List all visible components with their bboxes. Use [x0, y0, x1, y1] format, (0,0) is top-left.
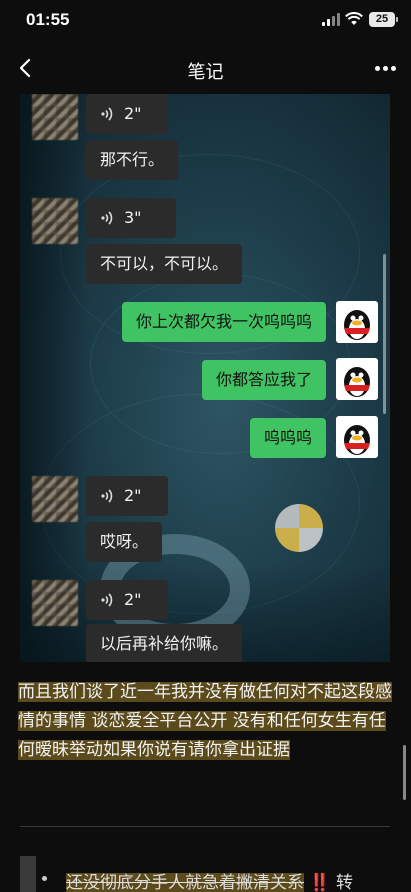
- status-time: 01:55: [26, 10, 70, 29]
- contact-avatar: [32, 476, 78, 522]
- voice-duration: 2": [124, 590, 142, 609]
- voice-message[interactable]: 2": [86, 94, 168, 134]
- bullet-icon: [42, 876, 47, 881]
- beach-ball-image: [275, 504, 323, 552]
- trailing-text: 转: [335, 873, 353, 892]
- voice-message[interactable]: 3": [86, 198, 176, 238]
- status-bar: 01:55 25: [0, 0, 411, 40]
- message-bubble: 那不行。: [86, 140, 179, 180]
- double-exclamation-icon: ‼️: [309, 873, 331, 892]
- nav-bar: 笔记: [0, 44, 411, 94]
- message-bubble-sent: 你都答应我了: [201, 360, 326, 400]
- battery-icon: 25: [369, 12, 398, 27]
- list-item: 还没彻底分手人就急着撇清关系 ‼️ 转: [0, 856, 411, 892]
- inner-scrollbar: [383, 254, 386, 414]
- voice-message[interactable]: 2": [86, 476, 168, 516]
- more-options-icon[interactable]: [375, 66, 397, 72]
- note-paragraph[interactable]: 而且我们谈了近一年我并没有做任何对不起这段感情的事情 谈恋爱全平台公开 没有和任…: [18, 678, 393, 765]
- wifi-icon: [345, 12, 363, 25]
- page-scrollbar[interactable]: [403, 745, 406, 800]
- voice-duration: 2": [124, 104, 142, 123]
- qq-penguin-avatar: [336, 416, 378, 458]
- chat-screenshot-image: 2" 那不行。 3" 不可以，不可以。 你上次都欠我一次呜呜呜 你都答应我了 呜…: [20, 94, 390, 662]
- message-bubble-sent: 你上次都欠我一次呜呜呜: [121, 302, 326, 342]
- contact-avatar: [32, 580, 78, 626]
- strikethrough-text: 还没彻底分手人就急着撇清关系: [66, 873, 304, 892]
- voice-duration: 2": [124, 486, 142, 505]
- voice-icon: [101, 593, 113, 607]
- contact-avatar: [32, 94, 78, 140]
- message-bubble-sent: 呜呜呜: [249, 418, 326, 458]
- highlighted-text: 而且我们谈了近一年我并没有做任何对不起这段感情的事情 谈恋爱全平台公开 没有和任…: [18, 682, 392, 760]
- list-item-text: 还没彻底分手人就急着撇清关系 ‼️ 转: [66, 868, 353, 892]
- contact-avatar: [32, 198, 78, 244]
- qq-penguin-avatar: [336, 358, 378, 400]
- voice-message[interactable]: 2": [86, 580, 168, 620]
- divider: [20, 826, 390, 827]
- message-bubble: 不可以，不可以。: [86, 244, 243, 284]
- qq-penguin-avatar: [336, 301, 378, 343]
- message-bubble: 以后再补给你嘛。: [86, 624, 243, 662]
- signal-icon: [322, 13, 342, 26]
- voice-icon: [101, 107, 113, 121]
- voice-icon: [101, 211, 113, 225]
- page-title: 笔记: [187, 62, 224, 83]
- voice-duration: 3": [124, 208, 142, 227]
- voice-icon: [101, 489, 113, 503]
- quote-block: [20, 856, 36, 892]
- message-bubble: 哎呀。: [86, 522, 163, 562]
